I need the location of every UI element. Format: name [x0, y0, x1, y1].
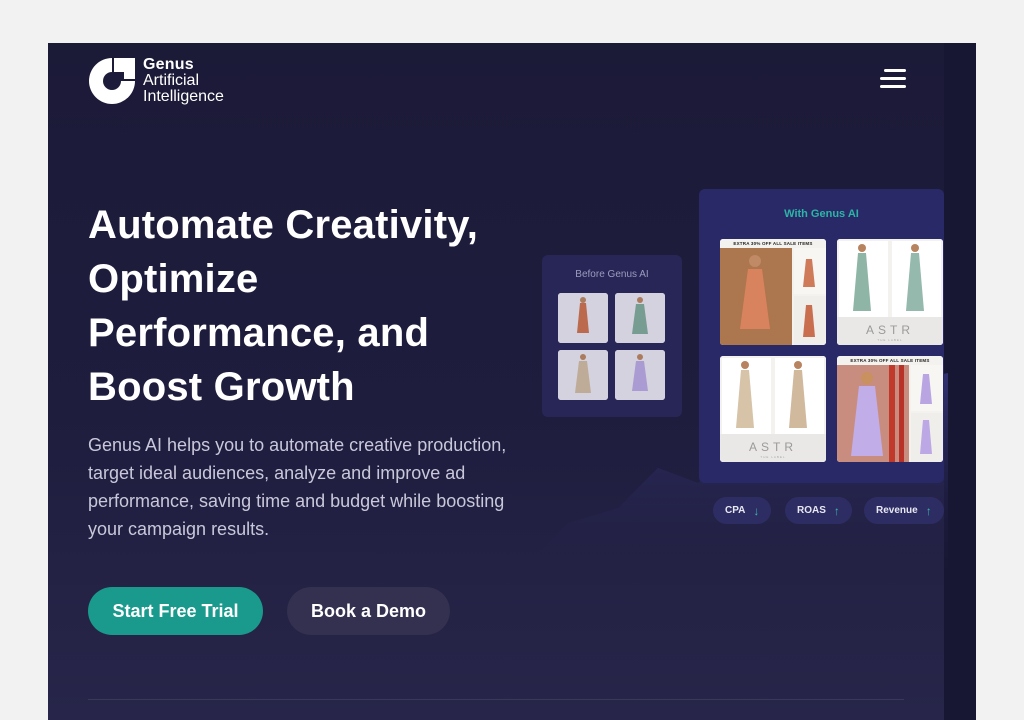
ad-creative-card: ASTR THE LABEL — [837, 239, 943, 345]
logo-text: Genus Artificial Intelligence — [143, 57, 224, 105]
menu-bar — [884, 69, 906, 72]
arrow-up-icon: ↑ — [925, 503, 932, 518]
genus-logo-icon — [88, 57, 136, 105]
ad-banner-text: EXTRA 30% OFF ALL SALE ITEMS — [733, 241, 813, 246]
before-ad-thumbnail — [558, 293, 608, 343]
metric-pill-cpa: CPA ↓ — [713, 497, 772, 524]
hamburger-menu-icon[interactable] — [876, 67, 906, 91]
with-genus-panel: With Genus AI EXTRA 30% OFF ALL SALE ITE… — [699, 189, 944, 483]
metric-label: CPA — [725, 505, 746, 516]
logo-line-2: Artificial — [143, 72, 200, 89]
logo[interactable]: Genus Artificial Intelligence — [88, 57, 224, 105]
ad-brand-text: ASTR — [748, 440, 797, 454]
before-ad-thumbnail — [615, 350, 665, 400]
menu-bar — [880, 77, 906, 80]
logo-line-1: Genus — [143, 56, 194, 73]
before-genus-panel: Before Genus AI — [542, 255, 682, 417]
section-divider — [88, 699, 904, 700]
before-ad-thumbnail — [558, 350, 608, 400]
ad-creative-card: EXTRA 30% OFF ALL SALE ITEMS — [837, 356, 943, 462]
hero-section: Genus Artificial Intelligence Automate C… — [48, 43, 976, 720]
hero-description: Genus AI helps you to automate creative … — [88, 435, 507, 539]
book-demo-button[interactable]: Book a Demo — [287, 587, 450, 635]
arrow-down-icon: ↓ — [753, 503, 760, 518]
hero-title: Automate Creativity, Optimize Performanc… — [88, 203, 479, 409]
ad-creative-card: ASTR THE LABEL — [720, 356, 826, 462]
ad-brand-subtext: THE LABEL — [877, 338, 903, 342]
ad-creative-card: EXTRA 30% OFF ALL SALE ITEMS — [720, 239, 826, 345]
right-shade — [944, 43, 976, 720]
logo-line-3: Intelligence — [143, 88, 224, 105]
arrow-up-icon: ↑ — [833, 503, 840, 518]
metric-label: Revenue — [876, 505, 918, 516]
metric-label: ROAS — [797, 505, 826, 516]
after-panel-title: With Genus AI — [784, 208, 859, 220]
before-ad-thumbnail — [615, 293, 665, 343]
ad-brand-subtext: THE LABEL — [760, 455, 786, 459]
metric-pill-roas: ROAS ↑ — [785, 497, 852, 524]
ad-banner-text: EXTRA 30% OFF ALL SALE ITEMS — [850, 358, 930, 363]
before-panel-title: Before Genus AI — [575, 269, 649, 280]
menu-bar — [880, 85, 906, 88]
start-free-trial-button[interactable]: Start Free Trial — [88, 587, 263, 635]
metric-pill-revenue: Revenue ↑ — [864, 497, 944, 524]
ad-brand-text: ASTR — [865, 323, 914, 337]
